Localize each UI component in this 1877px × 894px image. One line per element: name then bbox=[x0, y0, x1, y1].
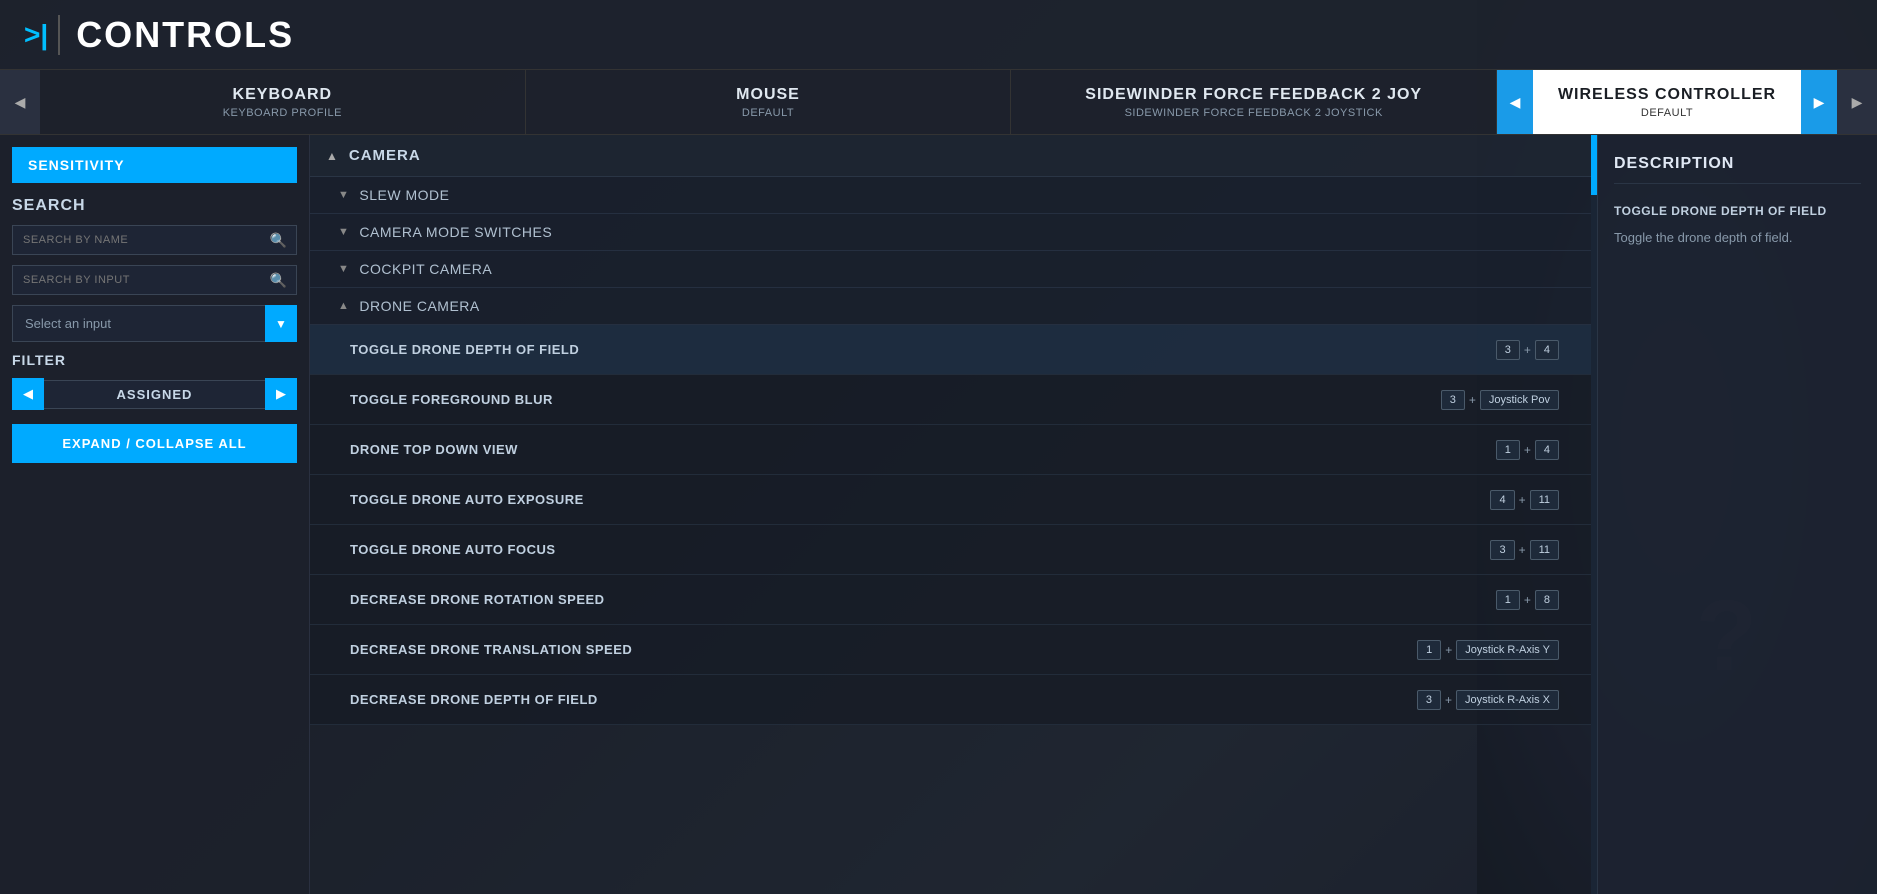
description-panel: DESCRIPTION TOGGLE DRONE DEPTH OF FIELD … bbox=[1597, 135, 1877, 894]
binding-keys-auto-focus: 3 + 11 bbox=[1339, 540, 1559, 560]
subcategory-camera-mode[interactable]: ▼ CAMERA MODE SWITCHES bbox=[310, 214, 1591, 251]
drone-camera-label: DRONE CAMERA bbox=[359, 298, 479, 314]
key-3c: 3 bbox=[1490, 540, 1514, 560]
search-by-input-input[interactable] bbox=[12, 265, 297, 295]
key-4: 4 bbox=[1535, 340, 1559, 360]
wireless-tab-name: WIRELESS CONTROLLER bbox=[1558, 86, 1776, 104]
binding-keys-auto-exposure: 4 + 11 bbox=[1339, 490, 1559, 510]
binding-toggle-foreground-blur[interactable]: TOGGLE FOREGROUND BLUR 3 + Joystick Pov bbox=[310, 375, 1591, 425]
binding-keys-top-down: 1 + 4 bbox=[1339, 440, 1559, 460]
scrollbar[interactable] bbox=[1591, 135, 1597, 894]
key-plus-5: + bbox=[1519, 543, 1526, 557]
tab-mouse[interactable]: MOUSE DEFAULT bbox=[526, 70, 1012, 134]
key-plus-3: + bbox=[1524, 443, 1531, 457]
key-11b: 11 bbox=[1530, 540, 1559, 560]
header-icon: >| bbox=[24, 19, 48, 51]
camera-mode-arrow-icon: ▼ bbox=[338, 226, 349, 238]
header-divider bbox=[58, 15, 60, 55]
subcategory-drone-camera[interactable]: ▲ DRONE CAMERA bbox=[310, 288, 1591, 325]
binding-keys-depth: 3 + Joystick R-Axis X bbox=[1339, 690, 1559, 710]
binding-keys-toggle-drone-dof: 3 + 4 bbox=[1339, 340, 1559, 360]
controls-list: ▲ CAMERA ▼ SLEW MODE ▼ CAMERA MODE SWITC… bbox=[310, 135, 1591, 894]
key-plus-4: + bbox=[1519, 493, 1526, 507]
search-section-label: SEARCH bbox=[12, 197, 297, 215]
tab-next-button[interactable]: ▶ bbox=[1837, 70, 1877, 134]
search-by-name-input[interactable] bbox=[12, 225, 297, 255]
binding-toggle-drone-auto-focus[interactable]: TOGGLE DRONE AUTO FOCUS 3 + 11 bbox=[310, 525, 1591, 575]
tab-prev-button[interactable]: ◀ bbox=[0, 70, 40, 134]
binding-keys-rotation: 1 + 8 bbox=[1339, 590, 1559, 610]
key-8: 8 bbox=[1535, 590, 1559, 610]
key-plus-1: + bbox=[1524, 343, 1531, 357]
key-4b: 4 bbox=[1535, 440, 1559, 460]
binding-toggle-drone-auto-exposure[interactable]: TOGGLE DRONE AUTO EXPOSURE 4 + 11 bbox=[310, 475, 1591, 525]
key-plus-7: + bbox=[1445, 643, 1452, 657]
key-plus-8: + bbox=[1445, 693, 1452, 707]
expand-collapse-button[interactable]: EXPAND / COLLAPSE ALL bbox=[12, 424, 297, 463]
page-title: CONTROLS bbox=[76, 14, 294, 56]
description-text: Toggle the drone depth of field. bbox=[1614, 228, 1861, 248]
wireless-tab-profile: DEFAULT bbox=[1641, 107, 1693, 119]
key-1c: 1 bbox=[1417, 640, 1441, 660]
slew-mode-label: SLEW MODE bbox=[359, 187, 449, 203]
binding-keys-foreground-blur: 3 + Joystick Pov bbox=[1339, 390, 1559, 410]
key-3d: 3 bbox=[1417, 690, 1441, 710]
binding-keys-translation: 1 + Joystick R-Axis Y bbox=[1339, 640, 1559, 660]
key-11: 11 bbox=[1530, 490, 1559, 510]
wireless-tab-next[interactable]: ▶ bbox=[1801, 70, 1837, 134]
filter-next-button[interactable]: ▶ bbox=[265, 378, 297, 410]
key-plus-6: + bbox=[1524, 593, 1531, 607]
binding-drone-top-down[interactable]: DRONE TOP DOWN VIEW 1 + 4 bbox=[310, 425, 1591, 475]
cockpit-camera-label: COCKPIT CAMERA bbox=[359, 261, 492, 277]
binding-decrease-drone-depth[interactable]: DECREASE DRONE DEPTH OF FIELD 3 + Joysti… bbox=[310, 675, 1591, 725]
key-1b: 1 bbox=[1496, 590, 1520, 610]
binding-toggle-drone-dof[interactable]: TOGGLE DRONE DEPTH OF FIELD 3 + 4 bbox=[310, 325, 1591, 375]
key-joystick-pov: Joystick Pov bbox=[1480, 390, 1559, 410]
search-by-name-wrap: 🔍 bbox=[12, 225, 297, 255]
main-content: ▲ CAMERA ▼ SLEW MODE ▼ CAMERA MODE SWITC… bbox=[310, 135, 1591, 894]
tab-wireless[interactable]: ◀ WIRELESS CONTROLLER DEFAULT ▶ bbox=[1497, 70, 1837, 134]
camera-mode-label: CAMERA MODE SWITCHES bbox=[359, 224, 552, 240]
camera-arrow-icon: ▲ bbox=[326, 149, 339, 163]
select-input-wrap: Select an input ▼ bbox=[12, 305, 297, 342]
key-joystick-raxis-y: Joystick R-Axis Y bbox=[1456, 640, 1559, 660]
key-1: 1 bbox=[1496, 440, 1520, 460]
tab-keyboard[interactable]: KEYBOARD KEYBOARD PROFILE bbox=[40, 70, 526, 134]
description-action-name: TOGGLE DRONE DEPTH OF FIELD bbox=[1614, 204, 1861, 218]
cockpit-camera-arrow-icon: ▼ bbox=[338, 263, 349, 275]
key-plus-2: + bbox=[1469, 393, 1476, 407]
filter-section-label: FILTER bbox=[12, 352, 297, 368]
subcategory-cockpit-camera[interactable]: ▼ COCKPIT CAMERA bbox=[310, 251, 1591, 288]
filter-value: ASSIGNED bbox=[44, 380, 265, 409]
slew-mode-arrow-icon: ▼ bbox=[338, 189, 349, 201]
key-joystick-raxis-x: Joystick R-Axis X bbox=[1456, 690, 1559, 710]
search-input-icon: 🔍 bbox=[270, 272, 287, 289]
key-4c: 4 bbox=[1490, 490, 1514, 510]
wireless-tab-prev[interactable]: ◀ bbox=[1497, 70, 1533, 134]
scroll-thumb bbox=[1591, 135, 1597, 195]
search-name-icon: 🔍 bbox=[270, 232, 287, 249]
camera-label: CAMERA bbox=[349, 147, 421, 164]
description-title: DESCRIPTION bbox=[1614, 155, 1861, 184]
binding-decrease-drone-translation[interactable]: DECREASE DRONE TRANSLATION SPEED 1 + Joy… bbox=[310, 625, 1591, 675]
filter-nav: ◀ ASSIGNED ▶ bbox=[12, 378, 297, 410]
binding-decrease-drone-rotation[interactable]: DECREASE DRONE ROTATION SPEED 1 + 8 bbox=[310, 575, 1591, 625]
content-area: SENSITIVITY SEARCH 🔍 🔍 Select an input ▼… bbox=[0, 135, 1877, 894]
search-by-input-wrap: 🔍 bbox=[12, 265, 297, 295]
subcategory-slew-mode[interactable]: ▼ SLEW MODE bbox=[310, 177, 1591, 214]
drone-camera-arrow-icon: ▲ bbox=[338, 300, 349, 312]
sidebar: SENSITIVITY SEARCH 🔍 🔍 Select an input ▼… bbox=[0, 135, 310, 894]
key-3: 3 bbox=[1496, 340, 1520, 360]
sensitivity-button[interactable]: SENSITIVITY bbox=[12, 147, 297, 183]
filter-prev-button[interactable]: ◀ bbox=[12, 378, 44, 410]
category-camera[interactable]: ▲ CAMERA bbox=[310, 135, 1591, 177]
select-input-dropdown[interactable]: Select an input bbox=[12, 305, 297, 342]
header: >| CONTROLS bbox=[0, 0, 1877, 70]
tab-sidewinder[interactable]: SIDEWINDER FORCE FEEDBACK 2 JOY SIDEWIND… bbox=[1011, 70, 1497, 134]
key-3b: 3 bbox=[1441, 390, 1465, 410]
tab-bar: ◀ KEYBOARD KEYBOARD PROFILE MOUSE DEFAUL… bbox=[0, 70, 1877, 135]
